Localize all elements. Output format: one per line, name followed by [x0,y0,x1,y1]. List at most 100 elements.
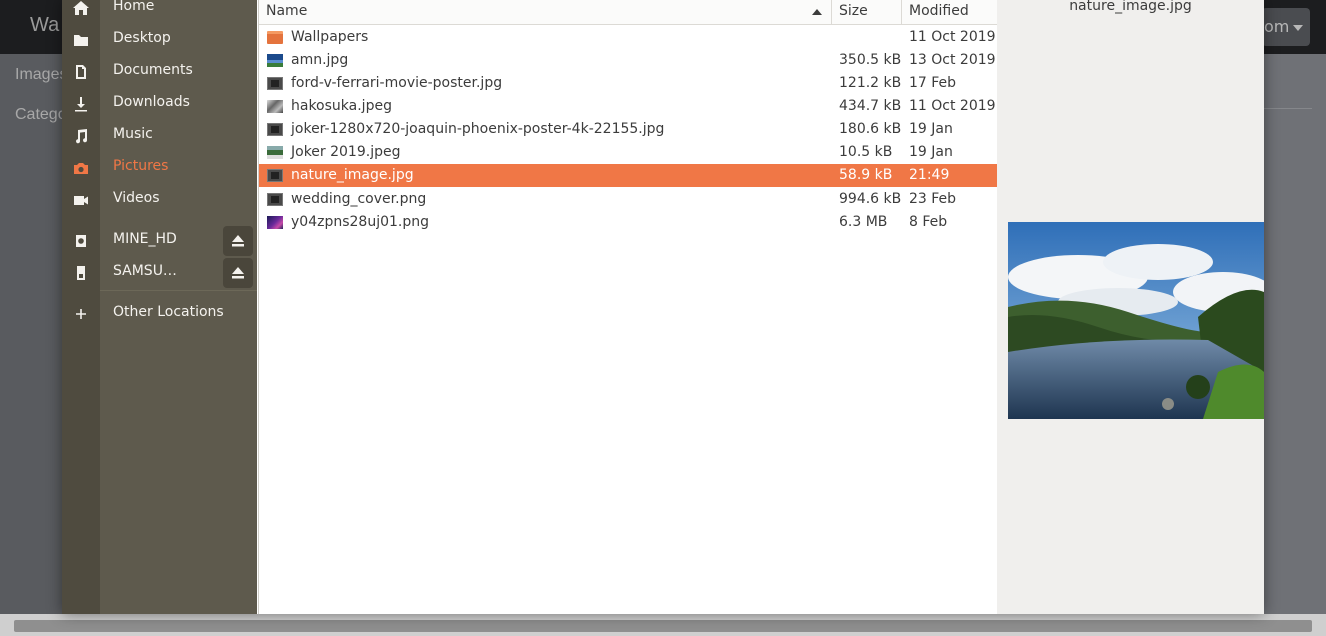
eject-icon [232,267,244,279]
folder-icon [72,32,90,48]
drive-icon [72,233,90,249]
music-icon [72,128,90,144]
file-size: 994.6 kB [839,191,902,207]
file-chooser-dialog: Home Desktop Documents Downloads Music P… [62,0,1264,614]
file-row-ford-v-ferrari[interactable]: ford-v-ferrari-movie-poster.jpg 121.2 kB… [259,72,997,95]
horizontal-scrollbar-thumb[interactable] [14,620,1312,632]
column-header-name[interactable]: Name [259,0,832,25]
background-sidebar: Images Catego [0,54,62,614]
eject-samsung-button[interactable] [223,258,253,288]
eject-icon [232,235,244,247]
place-videos[interactable]: Videos [62,184,257,216]
sort-ascending-icon [812,9,822,15]
background-sidebar-item-categories: Catego [15,106,62,123]
file-size: 434.7 kB [839,98,902,114]
place-desktop[interactable]: Desktop [62,24,257,56]
video-icon [72,192,90,208]
file-name: y04zpns28uj01.png [291,214,429,230]
place-label: Other Locations [113,304,224,320]
preview-pane: nature_image.jpg [997,0,1264,614]
image-file-icon [267,193,283,206]
file-name: nature_image.jpg [291,167,414,183]
file-size: 58.9 kB [839,167,893,183]
file-name: Joker 2019.jpeg [291,144,401,160]
place-label: Music [113,126,153,142]
file-size: 6.3 MB [839,214,888,230]
file-size: 10.5 kB [839,144,893,160]
preview-image [1008,222,1264,419]
place-label: Pictures [113,158,169,174]
place-samsung[interactable]: SAMSU… [62,257,257,289]
eject-mine-hd-button[interactable] [223,226,253,256]
column-header-name-label: Name [266,3,308,19]
home-icon [72,0,90,16]
image-thumbnail-icon [267,100,283,113]
places-separator [100,290,257,291]
place-home[interactable]: Home [62,0,257,24]
file-modified: 8 Feb [909,214,948,230]
background-divider [1264,108,1312,109]
place-label: SAMSU… [113,263,177,279]
document-icon [72,64,90,80]
image-thumbnail-icon [267,146,283,159]
column-header-size[interactable]: Size [832,0,902,25]
file-row-joker-poster[interactable]: joker-1280x720-joaquin-phoenix-poster-4k… [259,118,997,141]
place-pictures[interactable]: Pictures [62,152,257,184]
camera-icon [72,160,90,176]
place-music[interactable]: Music [62,120,257,152]
place-label: Downloads [113,94,190,110]
image-thumbnail-icon [267,54,283,67]
image-file-icon [267,77,283,90]
file-modified: 19 Jan [909,144,953,160]
image-file-icon [267,169,283,182]
place-downloads[interactable]: Downloads [62,88,257,120]
file-modified: 19 Jan [909,121,953,137]
preview-filename: nature_image.jpg [1069,0,1192,14]
file-modified: 11 Oct 2019 [909,29,996,45]
folder-icon [267,31,283,44]
background-content [1264,54,1326,614]
column-header-size-label: Size [839,3,868,19]
file-row-wedding-cover[interactable]: wedding_cover.png 994.6 kB 23 Feb [259,188,997,211]
file-name: Wallpapers [291,29,369,45]
file-name: wedding_cover.png [291,191,427,207]
file-row-y04zpns28uj01[interactable]: y04zpns28uj01.png 6.3 MB 8 Feb [259,211,997,234]
places-sidebar: Home Desktop Documents Downloads Music P… [62,0,257,614]
plus-icon [72,306,90,322]
file-row-hakosuka[interactable]: hakosuka.jpeg 434.7 kB 11 Oct 2019 [259,95,997,118]
image-file-icon [267,123,283,136]
place-mine-hd[interactable]: MINE_HD [62,225,257,257]
file-list: Name Size Modified Wallpapers 11 Oct 201… [258,0,997,614]
file-row-joker-2019[interactable]: Joker 2019.jpeg 10.5 kB 19 Jan [259,141,997,164]
background-account-label: om [1264,17,1290,36]
file-row-amn[interactable]: amn.jpg 350.5 kB 13 Oct 2019 [259,49,997,72]
file-size: 350.5 kB [839,52,902,68]
file-name: ford-v-ferrari-movie-poster.jpg [291,75,503,91]
file-name: joker-1280x720-joaquin-phoenix-poster-4k… [291,121,665,137]
file-name: amn.jpg [291,52,349,68]
background-sidebar-item-images: Images [15,66,62,83]
file-modified: 23 Feb [909,191,957,207]
place-label: MINE_HD [113,231,177,247]
place-documents[interactable]: Documents [62,56,257,88]
background-account-dropdown[interactable]: om [1262,8,1310,46]
place-label: Documents [113,62,193,78]
image-thumbnail-icon [267,216,283,229]
file-name: hakosuka.jpeg [291,98,392,114]
caret-down-icon [1293,24,1304,31]
file-size: 121.2 kB [839,75,902,91]
usb-drive-icon [72,265,90,281]
background-brand: Wa [30,14,60,36]
file-modified: 17 Feb [909,75,957,91]
column-header-modified[interactable]: Modified [902,0,997,25]
file-modified: 13 Oct 2019 [909,52,996,68]
file-row-wallpapers[interactable]: Wallpapers 11 Oct 2019 [259,26,997,49]
download-icon [72,96,90,112]
place-other-locations[interactable]: Other Locations [62,298,257,330]
place-label: Desktop [113,30,171,46]
file-row-nature-image[interactable]: nature_image.jpg 58.9 kB 21:49 [259,164,997,187]
file-modified: 21:49 [909,167,950,183]
column-header-modified-label: Modified [909,3,969,19]
file-size: 180.6 kB [839,121,902,137]
file-modified: 11 Oct 2019 [909,98,996,114]
